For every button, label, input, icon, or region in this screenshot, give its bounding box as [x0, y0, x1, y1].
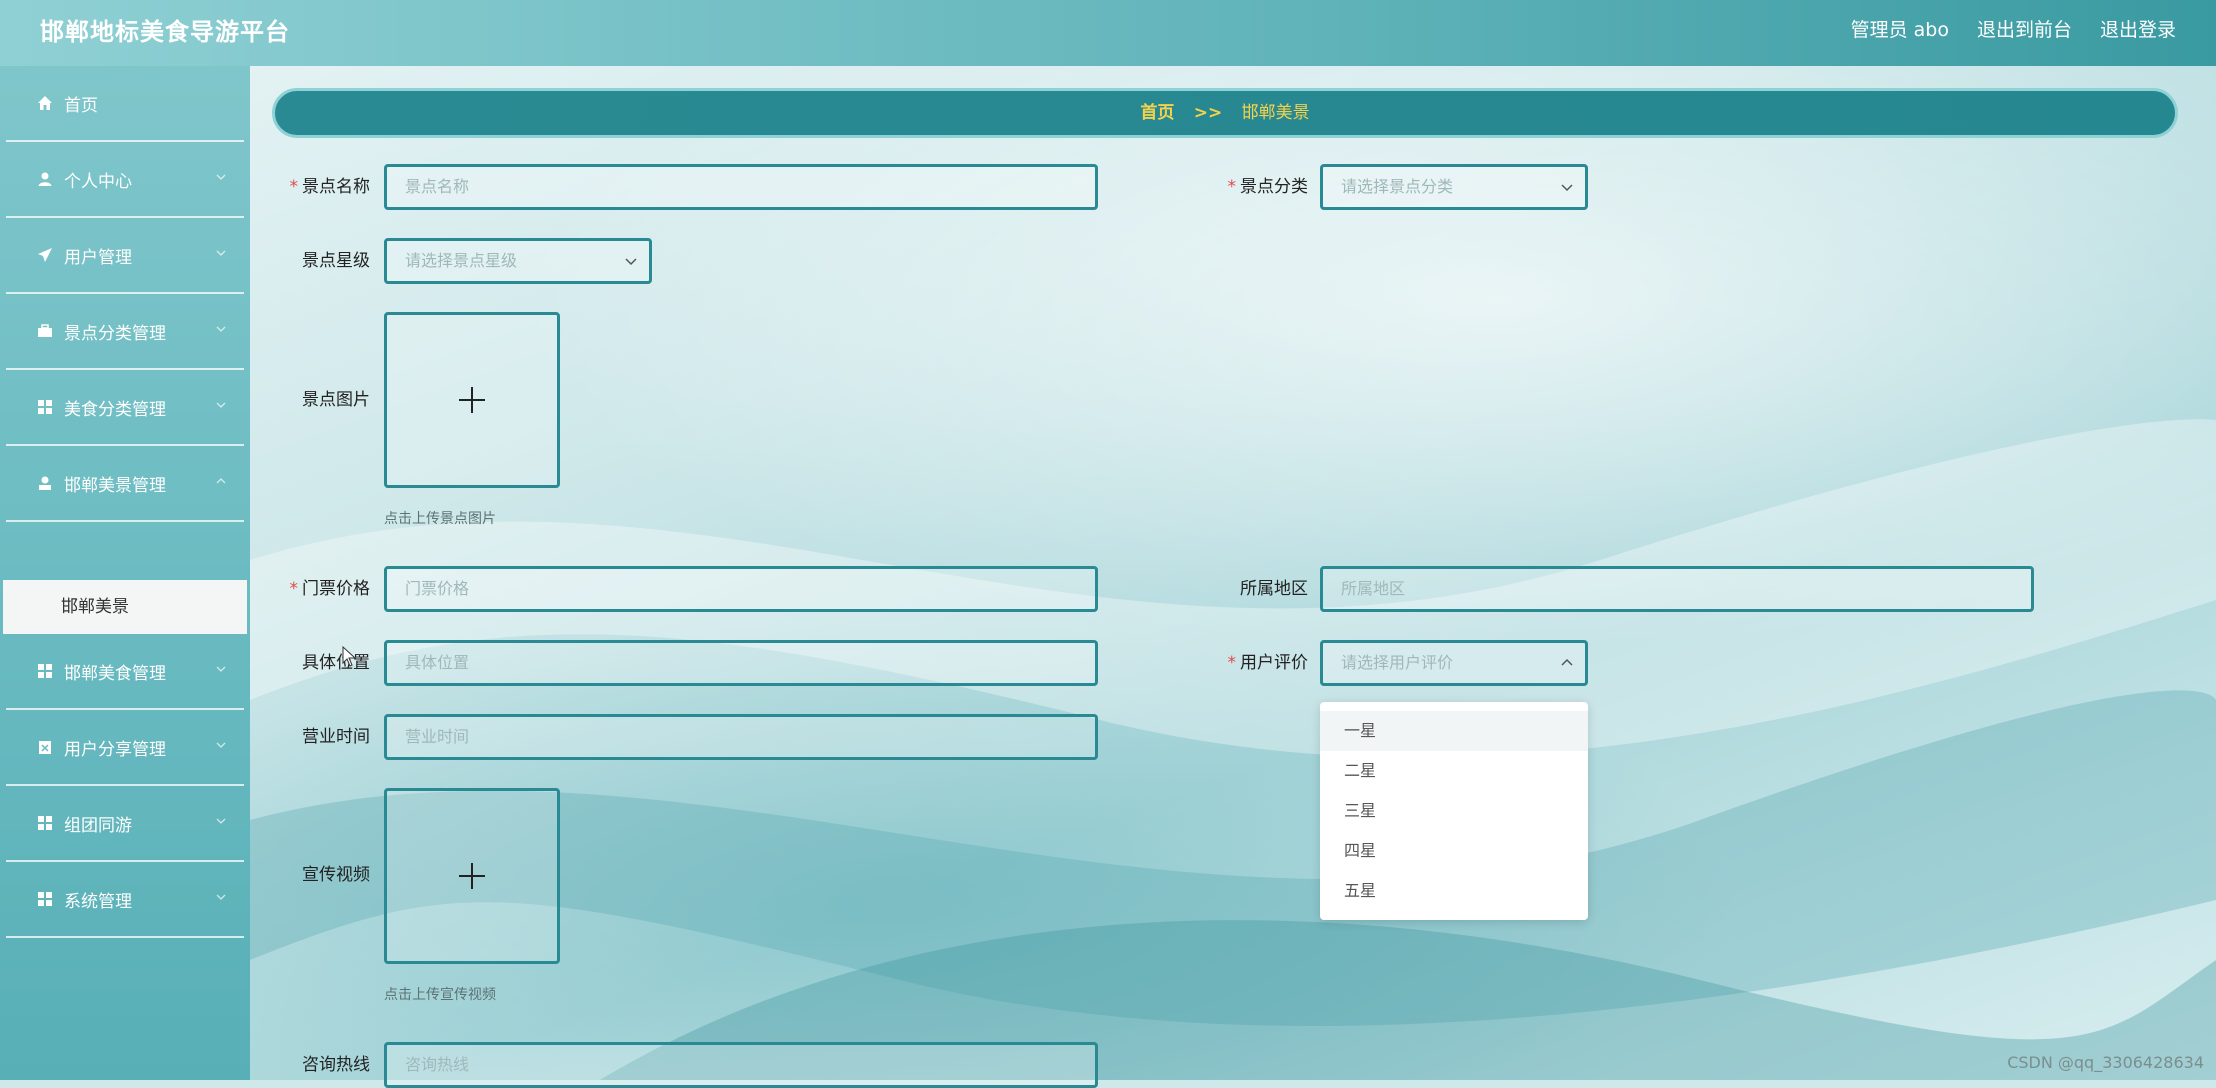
sidebar-item-food-category[interactable]: 美食分类管理: [6, 370, 244, 446]
person-icon: [36, 474, 54, 492]
logout-link[interactable]: 退出登录: [2100, 0, 2176, 60]
video-label: 宣传视频: [302, 865, 370, 885]
sidebar-item-label: 用户管理: [64, 247, 132, 268]
sidebar-item-label: 首页: [64, 95, 98, 116]
video-upload-hint: 点击上传宣传视频: [384, 987, 496, 1003]
sidebar-item-label: 个人中心: [64, 171, 132, 192]
sidebar-item-food-management[interactable]: 邯郸美食管理: [6, 634, 244, 710]
price-label: * 门票价格: [289, 579, 371, 599]
image-upload-hint: 点击上传景点图片: [384, 511, 496, 527]
image-label: 景点图片: [302, 390, 370, 410]
sidebar-item-profile[interactable]: 个人中心: [6, 142, 244, 218]
plus-icon: [459, 863, 485, 889]
watermark: CSDN @qq_3306428634: [2007, 1053, 2204, 1072]
name-input[interactable]: 景点名称: [384, 164, 1098, 210]
sidebar-item-label: 邯郸美景管理: [64, 475, 166, 496]
hours-label: 营业时间: [302, 727, 370, 747]
breadcrumb-home[interactable]: 首页: [1140, 103, 1174, 123]
chevron-up-icon: [1561, 658, 1573, 666]
hours-input[interactable]: 营业时间: [384, 714, 1098, 760]
rating-option[interactable]: 三星: [1320, 791, 1588, 831]
rating-dropdown: 一星 二星 三星 四星 五星: [1320, 702, 1588, 920]
sidebar-item-share-management[interactable]: 用户分享管理: [6, 710, 244, 786]
name-label: * 景点名称: [289, 177, 371, 197]
admin-user-link[interactable]: 管理员 abo: [1851, 0, 1949, 60]
sidebar-item-label: 组团同游: [64, 815, 132, 836]
app-title: 邯郸地标美食导游平台: [40, 18, 290, 46]
star-select[interactable]: 请选择景点星级: [384, 238, 652, 284]
required-mark: *: [1227, 177, 1237, 197]
sidebar-item-label: 景点分类管理: [64, 323, 166, 344]
rating-option[interactable]: 二星: [1320, 751, 1588, 791]
star-label: 景点星级: [302, 251, 370, 271]
grid-icon: [36, 890, 54, 908]
sidebar-item-label: 用户分享管理: [64, 739, 166, 760]
chevron-down-icon: [216, 666, 226, 672]
chevron-down-icon: [1561, 184, 1573, 192]
breadcrumb-separator: >>: [1193, 103, 1223, 123]
sidebar-item-label: 美食分类管理: [64, 399, 166, 420]
sidebar-item-system[interactable]: 系统管理: [6, 862, 244, 938]
sidebar-item-scenery-management[interactable]: 邯郸美景管理: [6, 446, 244, 522]
chevron-down-icon: [216, 326, 226, 332]
sidebar-item-label: 邯郸美食管理: [64, 663, 166, 684]
video-upload-button[interactable]: [384, 788, 560, 964]
rating-option[interactable]: 一星: [1320, 711, 1588, 751]
chevron-down-icon: [216, 894, 226, 900]
required-mark: *: [289, 177, 299, 197]
top-header: 邯郸地标美食导游平台 管理员 abo 退出到前台 退出登录: [0, 0, 2216, 66]
chevron-up-icon: [216, 478, 226, 484]
sidebar-item-group-tour[interactable]: 组团同游: [6, 786, 244, 862]
plus-icon: [459, 387, 485, 413]
chevron-down-icon: [216, 742, 226, 748]
category-label: * 景点分类: [1227, 177, 1309, 197]
sidebar-item-scenic-category[interactable]: 景点分类管理: [6, 294, 244, 370]
required-mark: *: [1227, 653, 1237, 673]
rating-select[interactable]: 请选择用户评价: [1320, 640, 1588, 686]
grid-icon: [36, 662, 54, 680]
chevron-down-icon: [216, 250, 226, 256]
breadcrumb-current: 邯郸美景: [1241, 103, 1310, 123]
user-icon: [36, 170, 54, 188]
image-upload-button[interactable]: [384, 312, 560, 488]
region-input[interactable]: 所属地区: [1320, 566, 2034, 612]
location-input[interactable]: 具体位置: [384, 640, 1098, 686]
sidebar-item-label: 系统管理: [64, 891, 132, 912]
back-to-front-link[interactable]: 退出到前台: [1977, 0, 2072, 60]
sidebar-item-user-management[interactable]: 用户管理: [6, 218, 244, 294]
required-mark: *: [289, 579, 299, 599]
paper-plane-icon: [36, 246, 54, 264]
chevron-down-icon: [216, 174, 226, 180]
hotline-label: 咨询热线: [302, 1055, 370, 1075]
home-icon: [36, 94, 54, 112]
briefcase-icon: [36, 322, 54, 340]
rating-option[interactable]: 五星: [1320, 871, 1588, 911]
rating-label: * 用户评价: [1227, 653, 1309, 673]
rating-option[interactable]: 四星: [1320, 831, 1588, 871]
mouse-cursor-icon: [342, 646, 357, 667]
header-nav: 管理员 abo 退出到前台 退出登录: [1851, 0, 2176, 60]
grid-icon: [36, 814, 54, 832]
breadcrumb: 首页 >> 邯郸美景: [272, 88, 2178, 138]
clipboard-icon: [36, 738, 54, 756]
grid-icon: [36, 398, 54, 416]
region-label: 所属地区: [1240, 579, 1308, 599]
background: [0, 0, 2216, 1080]
sidebar: 首页 个人中心 用户管理 景点分类管理 美食分类管理 邯郸美景管理 邯郸美景 邯…: [0, 66, 250, 1080]
chevron-down-icon: [216, 402, 226, 408]
price-input[interactable]: 门票价格: [384, 566, 1098, 612]
sidebar-subitem-scenery[interactable]: 邯郸美景: [3, 580, 247, 634]
sidebar-item-home[interactable]: 首页: [6, 66, 244, 142]
chevron-down-icon: [216, 818, 226, 824]
hotline-input[interactable]: 咨询热线: [384, 1042, 1098, 1088]
category-select[interactable]: 请选择景点分类: [1320, 164, 1588, 210]
chevron-down-icon: [625, 258, 637, 266]
